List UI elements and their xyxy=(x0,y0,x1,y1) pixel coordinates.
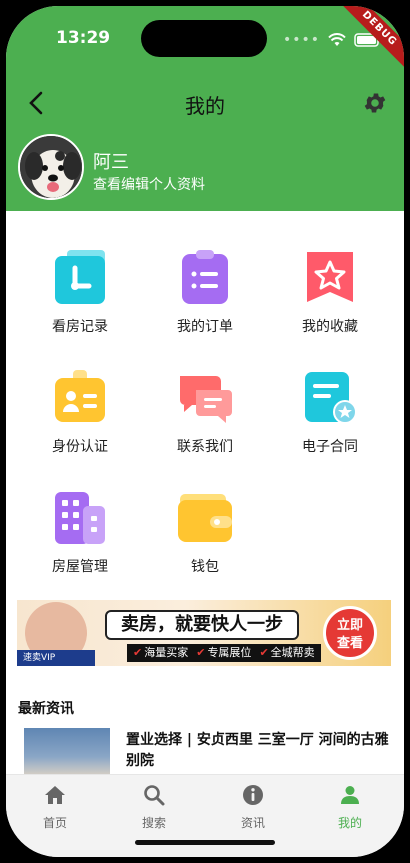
menu-item-my-orders[interactable]: 我的订单 xyxy=(145,248,265,336)
banner-tag-item: 全城帮卖 xyxy=(259,644,315,662)
id-badge-icon xyxy=(55,370,105,422)
camera-notch xyxy=(141,20,267,57)
tab-search[interactable]: 搜索 xyxy=(109,783,199,831)
tab-label: 首页 xyxy=(42,816,67,830)
page-title: 我的 xyxy=(185,94,225,118)
banner-cta-line2: 查看 xyxy=(336,636,363,651)
info-icon xyxy=(243,785,263,805)
building-icon xyxy=(55,492,105,544)
phone-screen: 13:29 •••• DEBUG 我的 阿三 查看编辑个人资料 看房记录 我的订… xyxy=(6,6,404,857)
banner-tag-item: 海量买家 xyxy=(133,644,188,662)
tab-label: 资讯 xyxy=(240,816,265,830)
banner-cta-button[interactable]: 立即 查看 xyxy=(323,606,377,660)
app-bar: 我的 xyxy=(6,80,404,126)
edit-profile-link[interactable]: 查看编辑个人资料 xyxy=(93,174,205,194)
avatar[interactable] xyxy=(18,134,84,200)
status-bar: 13:29 •••• DEBUG xyxy=(6,6,404,75)
clipboard-list-icon xyxy=(182,250,228,304)
star-bookmark-icon xyxy=(307,252,353,302)
user-name: 阿三 xyxy=(93,152,129,173)
banner-tags: 海量买家 专属展位 全城帮卖 xyxy=(127,644,321,662)
tab-mine[interactable]: 我的 xyxy=(305,783,395,831)
banner-tag-item: 专属展位 xyxy=(196,644,251,662)
tab-label: 我的 xyxy=(337,816,362,830)
clock-icon xyxy=(55,250,105,304)
contract-document-icon xyxy=(305,372,357,424)
menu-item-label: 钱包 xyxy=(191,559,219,575)
news-section-title: 最新资讯 xyxy=(18,701,74,717)
home-indicator xyxy=(135,840,275,845)
menu-item-label: 联系我们 xyxy=(177,439,233,455)
menu-item-e-contract[interactable]: 电子合同 xyxy=(270,368,390,456)
menu-item-label: 身份认证 xyxy=(52,439,108,455)
promo-banner[interactable]: 速卖VIP 卖房，就要快人一步 海量买家 专属展位 全城帮卖 立即 查看 xyxy=(17,600,391,666)
menu-item-property-management[interactable]: 房屋管理 xyxy=(20,488,140,576)
tab-label: 搜索 xyxy=(141,816,166,830)
wallet-icon xyxy=(178,494,232,542)
chat-bubbles-icon xyxy=(180,376,232,423)
menu-item-label: 看房记录 xyxy=(52,319,108,335)
menu-item-identity-verification[interactable]: 身份认证 xyxy=(20,368,140,456)
news-thumbnail xyxy=(24,728,110,776)
menu-item-wallet[interactable]: 钱包 xyxy=(145,488,265,576)
tab-news[interactable]: 资讯 xyxy=(208,783,298,831)
gear-icon[interactable] xyxy=(362,90,388,116)
news-item[interactable]: 置业选择 | 安贞西里 三室一厅 河间的古雅别院 xyxy=(24,728,394,778)
menu-item-favorites[interactable]: 我的收藏 xyxy=(270,248,390,336)
tab-home[interactable]: 首页 xyxy=(10,783,100,831)
banner-headline: 卖房，就要快人一步 xyxy=(105,610,299,640)
menu-item-label: 我的收藏 xyxy=(302,319,358,335)
menu-item-viewing-history[interactable]: 看房记录 xyxy=(20,248,140,336)
dog-avatar-image xyxy=(20,136,82,198)
status-time: 13:29 xyxy=(56,28,111,48)
menu-item-label: 房屋管理 xyxy=(52,559,108,575)
search-icon xyxy=(144,785,165,806)
banner-brand-tag: 速卖VIP xyxy=(17,650,95,666)
home-icon xyxy=(45,786,65,804)
menu-item-label: 我的订单 xyxy=(177,319,233,335)
person-icon xyxy=(341,786,359,804)
profile-header[interactable]: 阿三 查看编辑个人资料 xyxy=(18,134,388,204)
status-icons: •••• xyxy=(283,32,382,48)
wifi-icon xyxy=(328,33,346,46)
signal-dots-icon: •••• xyxy=(282,32,320,48)
menu-item-label: 电子合同 xyxy=(302,439,358,455)
menu-item-contact-us[interactable]: 联系我们 xyxy=(145,368,265,456)
news-item-title: 置业选择 | 安贞西里 三室一厅 河间的古雅别院 xyxy=(126,732,389,769)
banner-cta-line1: 立即 xyxy=(336,618,363,633)
